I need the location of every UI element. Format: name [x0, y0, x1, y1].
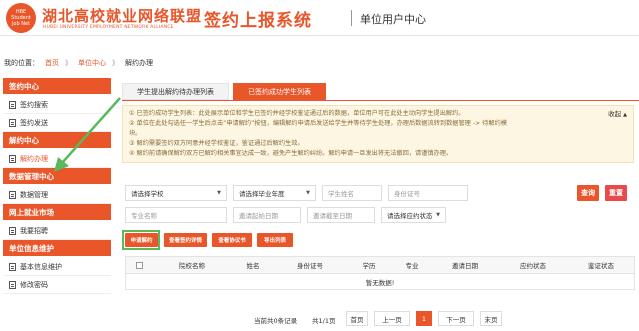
sidebar-item-label: 解约办理: [20, 154, 48, 163]
breadcrumb-unit-center[interactable]: 单位中心: [78, 58, 106, 68]
sidebar-item-sign-search[interactable]: 签约搜索: [3, 96, 111, 114]
sidebar-item-sign-send[interactable]: 签约发送: [3, 114, 111, 132]
search-button[interactable]: 查询: [577, 185, 599, 201]
export-list-button[interactable]: 导出列表: [257, 233, 293, 247]
sidebar-item-label: 签约搜索: [20, 100, 48, 109]
select-all-cell: [126, 261, 152, 269]
column-header: 身份证号: [297, 262, 323, 270]
notice-line: ② 单位在此处勾选任一学生后点击“申请解约”按钮，编辑解约申请后发送给学生并等待…: [129, 120, 507, 127]
column-header: 院校名称: [179, 262, 205, 270]
notice-line: 块。: [129, 130, 142, 137]
sidebar-group-unit-info[interactable]: 单位信息维护: [3, 240, 111, 256]
sidebar-item-basic-info[interactable]: 基本信息维护: [3, 258, 111, 276]
sidebar: 签约中心 签约搜索 签约发送 解约中心 解约办理 数据管理中心 数据管理 网上就…: [3, 78, 111, 331]
main-content: 学生提出解约待办理列表 已签约成功学生列表 收起 ▲ ① 已签约成功学生列表：此…: [119, 78, 639, 331]
collapse-label: 收起: [608, 110, 622, 118]
document-icon: [9, 280, 16, 289]
sidebar-item-data-manage[interactable]: 数据管理: [3, 186, 111, 204]
breadcrumb-current: 解约办理: [125, 59, 153, 67]
reset-button[interactable]: 重置: [605, 185, 627, 201]
page-count: 共1/1页: [312, 317, 336, 325]
invite-end-date-input[interactable]: 邀请截至日期: [307, 207, 375, 223]
pagination: 当前共0条记录 共1/1页 首页 上一页 1 下一页 末页: [254, 311, 634, 327]
column-header: 鉴证状态: [588, 262, 614, 270]
prev-page-button[interactable]: 上一页: [374, 311, 410, 326]
document-icon: [9, 100, 16, 109]
document-icon: [9, 262, 16, 271]
column-header: 邀请日期: [452, 262, 478, 270]
sidebar-item-label: 基本信息维护: [20, 262, 62, 271]
tab-signed-students[interactable]: 已签约成功学生列表: [233, 83, 326, 100]
caret-down-icon: ▼: [217, 190, 221, 196]
record-count: 当前共0条记录: [254, 317, 298, 325]
sidebar-item-label: 我要招聘: [20, 226, 48, 235]
current-page-button[interactable]: 1: [416, 311, 432, 326]
invite-start-date-input[interactable]: 邀请起始日期: [233, 207, 301, 223]
school-select-value: 请选择学校: [131, 190, 164, 198]
last-page-button[interactable]: 末页: [480, 311, 502, 326]
document-icon: [9, 118, 16, 127]
notice-line: ④ 解约前请确保解约双方已解约相关事宜达成一致，避免产生解约纠纷。解约申请一旦发…: [129, 150, 453, 157]
tab-pending-cancel[interactable]: 学生提出解约待办理列表: [122, 83, 229, 100]
view-sign-details-button[interactable]: 查看签约详情: [164, 233, 207, 247]
app-header: HBE Student Job Net 湖北高校就业网络联盟 HUBEI UNI…: [0, 0, 639, 36]
breadcrumb-separator: 》: [112, 59, 119, 67]
system-subtitle: 单位用户中心: [360, 13, 426, 26]
sidebar-item-recruit[interactable]: 我要招聘: [3, 222, 111, 240]
id-number-input[interactable]: 身份证号: [388, 185, 468, 201]
sidebar-group-job-market[interactable]: 网上就业市场: [3, 204, 111, 220]
caret-down-icon: ▼: [306, 190, 310, 196]
graduation-year-select[interactable]: 请选择毕业年度 ▼: [233, 185, 316, 201]
action-bar: 申请解约 查看签约详情 查看协议书 导出列表: [122, 230, 424, 250]
response-status-select[interactable]: 请选择应约状态 ▼: [381, 207, 446, 223]
status-select-value: 请选择应约状态: [387, 212, 433, 220]
column-header: 姓名: [246, 262, 260, 270]
sidebar-item-label: 签约发送: [20, 118, 48, 127]
select-all-checkbox[interactable]: [135, 261, 143, 269]
breadcrumb: 我的位置： 首页 》 单位中心 》 解约办理: [0, 56, 639, 70]
document-icon: [9, 226, 16, 235]
document-icon: [9, 190, 16, 199]
header-divider: [351, 10, 352, 26]
filter-bar: 请选择学校 ▼ 请选择毕业年度 ▼ 学生姓名 身份证号 查询 重置 专业名称 邀请起…: [125, 185, 635, 231]
view-agreement-button[interactable]: 查看协议书: [212, 233, 252, 247]
tab-underline: [122, 100, 639, 101]
school-select[interactable]: 请选择学校 ▼: [125, 185, 227, 201]
system-title: 签约上报系统: [204, 11, 312, 31]
logo: HBE Student Job Net: [6, 3, 36, 33]
year-select-value: 请选择毕业年度: [239, 190, 285, 198]
sidebar-item-label: 修改密码: [20, 280, 48, 289]
student-name-input[interactable]: 学生姓名: [322, 185, 382, 201]
tab-bar: 学生提出解约待办理列表 已签约成功学生列表: [122, 83, 326, 100]
sidebar-group-cancel-center[interactable]: 解约中心: [3, 132, 111, 148]
column-header: 学历: [362, 262, 376, 270]
notice-line: ③ 解约需要签约双方同意并经学校鉴证，鉴证通过后解约生效。: [129, 140, 304, 147]
sidebar-group-sign-center[interactable]: 签约中心: [3, 78, 111, 94]
chevron-up-icon: ▲: [623, 112, 627, 118]
major-input[interactable]: 专业名称: [125, 207, 227, 223]
next-page-button[interactable]: 下一页: [438, 311, 474, 326]
results-table: 院校名称 姓名 身份证号 学历 专业 邀请日期 应约状态 鉴证状态 暂无数据!: [125, 256, 635, 290]
first-page-button[interactable]: 首页: [346, 311, 368, 326]
table-header: 院校名称 姓名 身份证号 学历 专业 邀请日期 应约状态 鉴证状态: [125, 256, 635, 274]
caret-down-icon: ▼: [436, 212, 440, 218]
breadcrumb-separator: 》: [65, 59, 72, 67]
apply-cancel-button[interactable]: 申请解约: [125, 233, 158, 247]
collapse-toggle[interactable]: 收起 ▲: [608, 109, 627, 120]
sidebar-group-data-center[interactable]: 数据管理中心: [3, 168, 111, 184]
sidebar-item-label: 数据管理: [20, 190, 48, 199]
column-header: 专业: [405, 262, 419, 270]
document-icon: [9, 154, 16, 163]
notice-panel: 收起 ▲ ① 已签约成功学生列表：此处展示单位和学生已签约并经学校鉴证通过后的数…: [122, 105, 634, 163]
sidebar-item-change-password[interactable]: 修改密码: [3, 276, 111, 294]
empty-state: 暂无数据!: [125, 274, 635, 290]
brand-title: 湖北高校就业网络联盟: [42, 7, 203, 25]
logo-text: HBE Student Job Net: [11, 9, 31, 27]
breadcrumb-home[interactable]: 首页: [45, 58, 59, 68]
breadcrumb-label: 我的位置：: [4, 59, 39, 67]
column-header: 应约状态: [520, 262, 546, 270]
notice-line: ① 已签约成功学生列表：此处展示单位和学生已签约并经学校鉴证通过后的数据，单位用…: [129, 110, 465, 117]
brand-subtitle: HUBEI UNIVERSITY EMPLOYMENT NETWORK ALLI…: [43, 25, 174, 30]
sidebar-item-cancel-handle[interactable]: 解约办理: [3, 150, 111, 168]
